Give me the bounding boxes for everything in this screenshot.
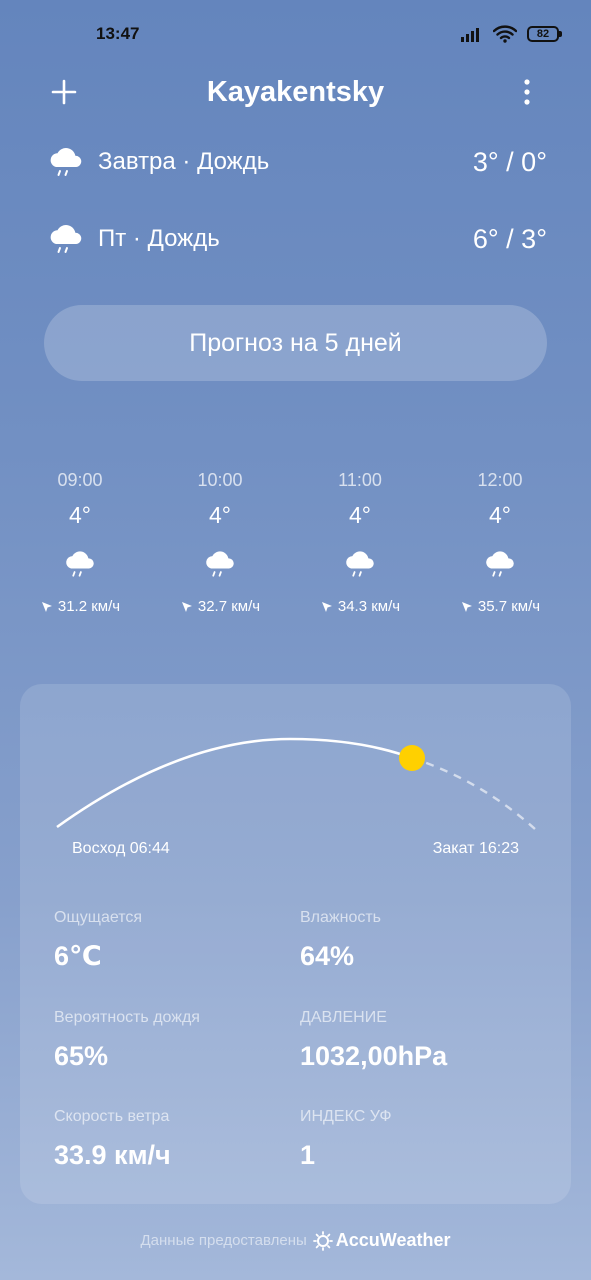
metric-value: 65% — [54, 1041, 109, 1071]
daily-label: Завтра · Дождь — [98, 148, 270, 175]
metric-wind-speed: Скорость ветра 33.9 км/ч — [54, 1108, 294, 1171]
metric-label: ДАВЛЕНИЕ — [300, 1009, 387, 1026]
sunrise-label: Восход 06:44 — [72, 840, 170, 857]
daily-temp: 6° / 3° — [472, 223, 547, 254]
hour-wind: 31.2 км/ч — [40, 598, 120, 615]
hourly-item: 11:00 4° 34.3 км/ч — [290, 470, 430, 615]
metric-value: 1 — [300, 1140, 316, 1170]
metric-label: Влажность — [300, 909, 382, 926]
hour-temp: 4° — [489, 502, 511, 528]
attribution-text: Данные предоставлены — [140, 1232, 307, 1249]
metric-label: ИНДЕКС УФ — [300, 1108, 392, 1125]
hour-time: 12:00 — [477, 470, 523, 490]
hourly-item: 12:00 4° 35.7 км/ч — [430, 470, 570, 615]
rain-cloud-icon — [342, 546, 378, 582]
metric-label: Ощущается — [54, 909, 143, 926]
wind-direction-icon — [320, 600, 334, 614]
hour-wind: 35.7 км/ч — [460, 598, 540, 615]
sunset-label: Закат 16:23 — [432, 840, 519, 857]
hour-wind-speed: 35.7 км/ч — [477, 598, 541, 615]
metric-value: 64% — [300, 941, 355, 971]
daily-row-friday[interactable]: Пт · Дождь 6° / 3° — [46, 217, 547, 261]
metric-value: 6℃ — [54, 941, 102, 971]
hour-wind: 32.7 км/ч — [180, 598, 260, 615]
rain-cloud-icon — [46, 219, 86, 259]
more-menu-button[interactable] — [507, 72, 547, 112]
sun-logo-icon — [312, 1230, 333, 1251]
metric-value: 1032,00hPa — [300, 1041, 448, 1071]
brand-name: AccuWeather — [335, 1230, 451, 1250]
metric-label: Вероятность дождя — [54, 1009, 200, 1026]
more-vertical-icon — [524, 79, 530, 105]
accuweather-logo[interactable]: AccuWeather — [312, 1230, 451, 1251]
five-day-forecast-button[interactable]: Прогноз на 5 дней — [44, 305, 547, 381]
battery-level: 82 — [536, 28, 550, 40]
status-icons: 82 — [461, 22, 562, 46]
hourly-item: 09:00 4° 31.2 км/ч — [10, 470, 150, 615]
hour-time: 09:00 — [57, 470, 103, 490]
metric-label: Скорость ветра — [54, 1108, 170, 1125]
status-time: 13:47 — [96, 24, 140, 43]
hour-temp: 4° — [69, 502, 91, 528]
hour-time: 11:00 — [338, 470, 382, 490]
rain-cloud-icon — [482, 546, 518, 582]
details-card: Восход 06:44 Закат 16:23 Ощущается 6℃ Вл… — [20, 684, 571, 1204]
metric-pressure: ДАВЛЕНИЕ 1032,00hPa — [300, 1009, 540, 1072]
metric-feels-like: Ощущается 6℃ — [54, 909, 294, 972]
wind-direction-icon — [180, 600, 194, 614]
wifi-icon — [493, 25, 517, 43]
hour-temp: 4° — [349, 502, 371, 528]
rain-cloud-icon — [46, 142, 86, 182]
hour-time: 10:00 — [197, 470, 243, 490]
hour-wind-speed: 32.7 км/ч — [197, 598, 261, 615]
metric-uv-index: ИНДЕКС УФ 1 — [300, 1108, 540, 1171]
hour-wind-speed: 34.3 км/ч — [337, 598, 401, 615]
rain-cloud-icon — [62, 546, 98, 582]
battery-icon: 82 — [527, 26, 562, 42]
daily-row-tomorrow[interactable]: Завтра · Дождь 3° / 0° — [46, 140, 547, 184]
metric-rain-chance: Вероятность дождя 65% — [54, 1009, 294, 1072]
wind-direction-icon — [460, 600, 474, 614]
metric-humidity: Влажность 64% — [300, 909, 540, 972]
city-title: Kayakentsky — [206, 76, 385, 108]
sun-arc-past — [56, 737, 413, 829]
data-attribution: Данные предоставлены AccuWeather — [0, 1230, 591, 1251]
hour-wind: 34.3 км/ч — [320, 598, 400, 615]
daily-label: Пт · Дождь — [98, 225, 220, 252]
hour-wind-speed: 31.2 км/ч — [57, 598, 121, 615]
metric-value: 33.9 км/ч — [54, 1140, 171, 1170]
sun-icon — [399, 745, 425, 771]
sun-path — [56, 737, 536, 830]
signal-icon — [461, 28, 479, 42]
hourly-forecast: 09:00 4° 31.2 км/ч 10:00 4° 32.7 км/ч 11… — [10, 470, 570, 615]
hour-temp: 4° — [209, 502, 231, 528]
hourly-item: 10:00 4° 32.7 км/ч — [150, 470, 290, 615]
rain-cloud-icon — [202, 546, 238, 582]
sun-arc-remaining — [411, 756, 536, 830]
daily-temp: 3° / 0° — [472, 146, 547, 177]
wind-direction-icon — [40, 600, 54, 614]
